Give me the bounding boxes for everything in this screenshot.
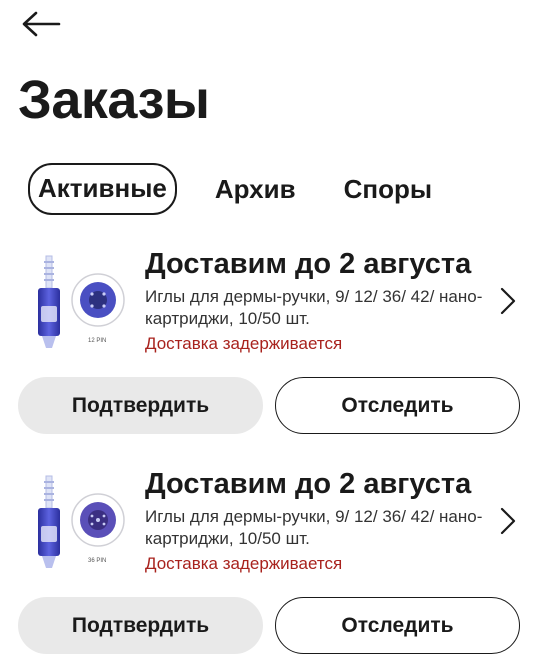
image-pin-label: 12 PIN	[88, 338, 106, 344]
tab-active[interactable]: Активные	[28, 163, 177, 215]
order-status: Доставка задерживается	[145, 554, 343, 573]
back-button[interactable]	[18, 6, 64, 42]
order-title: Доставим до 2 августа	[145, 468, 472, 500]
order-description: Иглы для дермы-ручки, 9/ 12/ 36/ 42/ нан…	[145, 287, 483, 328]
orders-page: Заказы Активные Архив Споры 12 PIN Доста…	[0, 0, 540, 663]
confirm-button[interactable]: Подтвердить	[18, 597, 263, 654]
order-description: Иглы для дермы-ручки, 9/ 12/ 36/ 42/ нан…	[145, 507, 483, 548]
product-image: 12 PIN	[22, 248, 132, 358]
order-row[interactable]: 12 PIN Доставим до 2 августа Иглы для де…	[0, 242, 540, 362]
product-image: 36 PIN	[22, 468, 132, 578]
page-title: Заказы	[18, 70, 210, 130]
order-status: Доставка задерживается	[145, 334, 343, 353]
chevron-right-icon	[500, 507, 516, 535]
tab-disputes[interactable]: Споры	[334, 165, 442, 213]
confirm-button[interactable]: Подтвердить	[18, 377, 263, 434]
track-button[interactable]: Отследить	[275, 377, 520, 434]
chevron-right-icon	[500, 287, 516, 315]
order-title: Доставим до 2 августа	[145, 248, 472, 280]
image-pin-label: 36 PIN	[88, 558, 106, 564]
arrow-left-icon	[22, 11, 61, 37]
tab-bar: Активные Архив Споры	[28, 163, 442, 215]
track-button[interactable]: Отследить	[275, 597, 520, 654]
tab-archive[interactable]: Архив	[205, 165, 306, 213]
order-row[interactable]: 36 PIN Доставим до 2 августа Иглы для де…	[0, 462, 540, 582]
